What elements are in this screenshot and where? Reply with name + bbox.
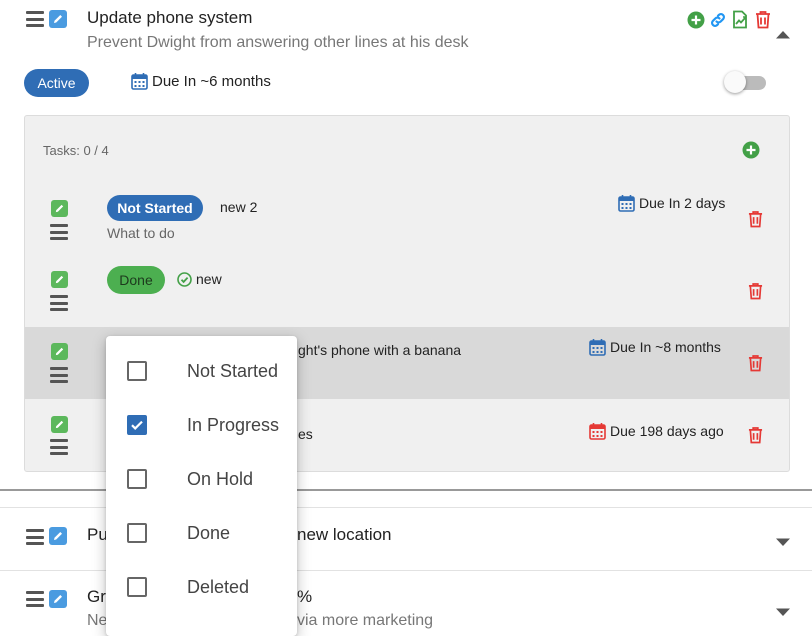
project-toggle[interactable] — [724, 71, 768, 95]
checkbox[interactable] — [127, 361, 147, 381]
task-name: new — [196, 271, 222, 287]
menu-option-label: Done — [187, 522, 231, 543]
edit-task-icon[interactable] — [51, 343, 68, 360]
collapse-chevron-icon[interactable] — [775, 26, 791, 44]
drag-handle-icon[interactable] — [50, 295, 68, 311]
tasks-count: Tasks: 0 / 4 — [43, 143, 109, 158]
drag-handle-icon[interactable] — [26, 591, 44, 607]
edit-project-icon[interactable] — [49, 10, 67, 28]
project-status-badge[interactable]: Active — [24, 69, 89, 97]
menu-option-on-hold[interactable]: On Hold — [106, 452, 297, 506]
task-name: ght's phone with a banana — [298, 342, 462, 358]
menu-option-not-started[interactable]: Not Started — [106, 344, 297, 398]
add-task-icon[interactable] — [742, 141, 760, 164]
chart-file-icon[interactable] — [731, 10, 750, 34]
project-title: Pu — [87, 525, 108, 544]
drag-handle-icon[interactable] — [26, 11, 44, 27]
task-row: Not Started new 2 What to do Due In 2 da… — [25, 182, 789, 252]
expand-chevron-icon[interactable] — [775, 604, 791, 622]
delete-project-icon[interactable] — [755, 10, 771, 34]
project-title-visible-end: % — [297, 587, 313, 606]
menu-option-label: Not Started — [187, 360, 279, 381]
menu-option-in-progress[interactable]: In Progress — [106, 398, 297, 452]
calendar-icon — [589, 339, 606, 356]
task-due-date: Due 198 days ago — [589, 422, 724, 440]
menu-option-done[interactable]: Done — [106, 506, 297, 560]
drag-handle-icon[interactable] — [50, 439, 68, 455]
due-text: Due In ~6 months — [152, 72, 271, 90]
link-icon[interactable] — [709, 11, 727, 34]
delete-task-icon[interactable] — [748, 282, 763, 305]
project-subtitle: Prevent Dwight from answering other line… — [87, 34, 469, 51]
task-status-badge[interactable]: Not Started — [107, 195, 203, 221]
edit-project-icon[interactable] — [49, 527, 67, 545]
drag-handle-icon[interactable] — [26, 529, 44, 545]
delete-task-icon[interactable] — [748, 210, 763, 233]
checkbox[interactable] — [127, 577, 147, 597]
task-row: Done new — [25, 256, 789, 326]
task-name: new 2 — [220, 199, 258, 215]
project-title: Gr — [87, 587, 106, 606]
menu-option-label: On Hold — [187, 468, 254, 489]
edit-task-icon[interactable] — [51, 416, 68, 433]
calendar-overdue-icon — [589, 423, 606, 440]
task-status-badge[interactable]: Done — [107, 266, 165, 294]
calendar-icon — [131, 73, 148, 90]
add-task-icon[interactable] — [687, 11, 705, 34]
due-text: Due 198 days ago — [610, 423, 724, 439]
project-due-date: Due In ~6 months — [131, 72, 271, 90]
task-due-date: Due In ~8 months — [589, 338, 721, 356]
checkbox[interactable] — [127, 469, 147, 489]
project-subtitle: Ne — [87, 612, 108, 629]
task-due-date: Due In 2 days — [618, 194, 725, 212]
due-text: Due In ~8 months — [610, 339, 721, 355]
task-name: es — [298, 426, 313, 442]
check-circle-icon — [177, 272, 192, 292]
delete-task-icon[interactable] — [748, 426, 763, 449]
checkbox[interactable] — [127, 523, 147, 543]
project-subtitle-visible-end: via more marketing — [297, 612, 434, 629]
project-title-visible-end: new location — [297, 525, 392, 544]
menu-option-label: Deleted — [187, 576, 250, 597]
calendar-icon — [618, 195, 635, 212]
edit-project-icon[interactable] — [49, 590, 67, 608]
delete-task-icon[interactable] — [748, 354, 763, 377]
menu-option-label: In Progress — [187, 414, 280, 435]
due-text: Due In 2 days — [639, 195, 726, 211]
checkmark-icon — [131, 420, 143, 430]
task-description: What to do — [107, 225, 175, 241]
project-title: Update phone system — [87, 8, 253, 27]
edit-task-icon[interactable] — [51, 271, 68, 288]
checkbox-checked[interactable] — [127, 415, 147, 435]
edit-task-icon[interactable] — [51, 200, 68, 217]
menu-option-deleted[interactable]: Deleted — [106, 560, 297, 614]
status-dropdown-menu: Not Started In Progress On Hold Done Del… — [106, 336, 297, 636]
drag-handle-icon[interactable] — [50, 224, 68, 240]
expand-chevron-icon[interactable] — [775, 534, 791, 552]
drag-handle-icon[interactable] — [50, 367, 68, 383]
